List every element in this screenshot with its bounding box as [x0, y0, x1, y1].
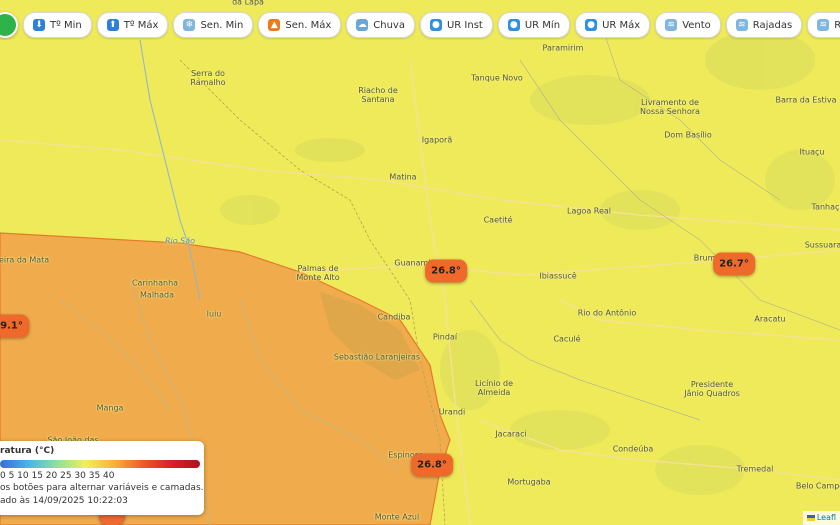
chip-label: Tº Min	[50, 19, 82, 31]
place-label: Palmas de Monte Alto	[296, 264, 340, 282]
legend-updated: ado às 14/09/2025 10:22:03	[0, 496, 128, 506]
place-label: Malhada	[140, 290, 174, 300]
chip-label: Tº Máx	[123, 19, 159, 31]
chip-label: UR Máx	[602, 19, 641, 31]
locate-button[interactable]	[0, 12, 18, 38]
place-label: Carinhanha	[131, 278, 179, 288]
chip-rajadas-max[interactable]: ≋ Rajadas Max	[807, 12, 840, 38]
chip-ur-máx[interactable]: ● UR Máx	[575, 12, 651, 38]
chip-ur-mín[interactable]: ● UR Mín	[497, 12, 571, 38]
place-label: Rio do Antônio	[577, 308, 637, 318]
place-label: Manga	[96, 403, 124, 413]
droplet-icon: ●	[507, 19, 520, 31]
wind-icon: ≋	[665, 19, 678, 31]
place-label: Jacaraci	[495, 429, 527, 439]
place-label: Matina	[389, 172, 417, 182]
droplet-icon: ●	[585, 19, 598, 31]
chip-label: Chuva	[373, 19, 405, 31]
place-label: Caculé	[553, 334, 581, 344]
place-label: Condeúba	[612, 444, 654, 454]
place-label: Tanhaçu	[811, 202, 840, 212]
place-label: Tremedal	[736, 464, 774, 474]
river-label: Rio São	[164, 236, 196, 246]
place-label: Feira da Mata	[0, 255, 50, 265]
chip-label: Sen. Min	[200, 19, 244, 31]
place-label: Presidente Jânio Quadros	[684, 380, 740, 398]
place-label: Urandi	[438, 407, 466, 417]
place-label: Lagoa Real	[566, 206, 612, 216]
place-label: da Lapa	[232, 0, 264, 7]
place-label: Sebastião Laranjeiras	[333, 352, 421, 362]
rain-cloud-icon: ☁	[356, 19, 369, 31]
legend-ticks: 0 5 10 15 20 25 30 35 40	[0, 471, 115, 481]
snowflake-icon: ❄	[183, 19, 196, 31]
chip-label: Rajadas	[752, 19, 793, 31]
place-label: Dom Basílio	[664, 130, 712, 140]
place-label: Tanque Novo	[471, 73, 523, 83]
place-label: Serra do Ramalho	[190, 69, 226, 87]
chip-label: Rajadas Max	[834, 19, 840, 31]
flag-icon	[806, 514, 815, 521]
arrow-up-icon: ⬆	[106, 19, 119, 31]
place-label: Livramento de Nossa Senhora	[640, 98, 700, 116]
legend-hint: os botões para alternar variáveis e cama…	[0, 483, 204, 493]
chip-label: Sen. Máx	[285, 19, 332, 31]
legend-panel: ratura (°C) 0 5 10 15 20 25 30 35 40 os …	[0, 441, 204, 515]
place-label: Licínio de Almeida	[474, 379, 514, 397]
chip-label: UR Inst	[446, 19, 483, 31]
attribution-link[interactable]: Leafl	[802, 511, 840, 525]
chip-ur-inst[interactable]: ● UR Inst	[419, 12, 493, 38]
place-label: Caetité	[483, 215, 513, 225]
temperature-marker[interactable]: 29.1°	[0, 314, 29, 338]
fire-icon: ▲	[268, 19, 281, 31]
place-label: Mortugaba	[507, 477, 551, 487]
place-label: Igaporã	[421, 135, 453, 145]
chip-label: Vento	[682, 19, 711, 31]
attribution-label: Leafl	[816, 513, 836, 522]
place-label: Belo Campo	[795, 481, 840, 491]
chip-sen-min[interactable]: ❄ Sen. Min	[173, 12, 254, 38]
legend-title: ratura (°C)	[0, 446, 55, 456]
place-label: Riacho de Santana	[358, 86, 398, 104]
place-label: Ituaçu	[799, 147, 825, 157]
place-label: Pindaí	[432, 332, 458, 342]
wind-icon: ≋	[817, 19, 830, 31]
chip-t-máx[interactable]: ⬆ Tº Máx	[96, 12, 169, 38]
temperature-marker[interactable]: 26.8°	[425, 259, 467, 283]
place-label: Sussuarana	[804, 240, 840, 250]
place-label: Barra da Estiva	[775, 95, 837, 105]
legend-color-bar	[0, 460, 200, 468]
chip-vento[interactable]: ≋ Vento	[655, 12, 721, 38]
variable-chip-row: ⬇ Tº Min ⬆ Tº Máx ❄ Sen. Min ▲ Sen. Máx ☁ Chuva ● U…	[23, 12, 840, 38]
chip-label: UR Mín	[524, 19, 561, 31]
wind-icon: ≋	[735, 19, 748, 31]
chip-sen-máx[interactable]: ▲ Sen. Máx	[258, 12, 342, 38]
place-label: Ibiassucê	[539, 271, 577, 281]
chip-rajadas[interactable]: ≋ Rajadas	[725, 12, 803, 38]
place-label: Candiba	[377, 312, 411, 322]
arrow-down-icon: ⬇	[33, 19, 45, 31]
place-label: Paramirim	[542, 43, 584, 53]
temperature-marker[interactable]: 26.8°	[411, 453, 453, 477]
layer-toolbar: ⬇ Tº Min ⬆ Tº Máx ❄ Sen. Min ▲ Sen. Máx ☁ Chuva ● U…	[0, 10, 840, 40]
place-label: Monte Azul	[374, 512, 420, 522]
chip-t-min[interactable]: ⬇ Tº Min	[23, 12, 92, 38]
place-label: Aracatu	[754, 314, 786, 324]
droplet-icon: ●	[429, 19, 442, 31]
place-label: Iuiu	[206, 309, 222, 319]
temperature-marker[interactable]: 26.7°	[713, 252, 755, 276]
chip-chuva[interactable]: ☁ Chuva	[346, 12, 415, 38]
